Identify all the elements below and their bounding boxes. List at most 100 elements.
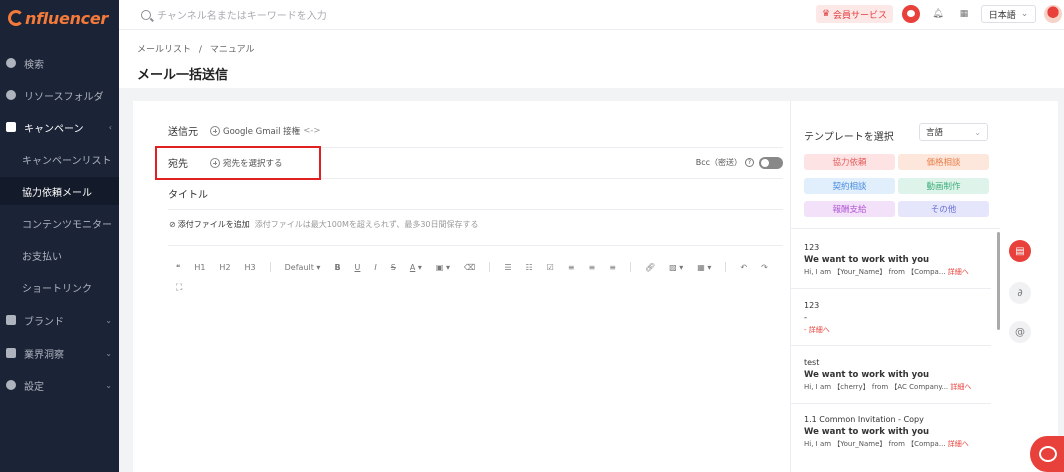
bold-button[interactable]: B [334,263,340,272]
italic-button[interactable]: I [374,263,376,272]
title-row[interactable]: タイトル [168,186,801,201]
text-color-button[interactable]: A ▾ [410,263,422,272]
sidebar-item-shortlink[interactable]: ショートリンク [0,273,119,301]
sidebar-item-brand[interactable]: ブランド ⌄ [0,306,119,334]
breadcrumb-manual: マニュアル [209,45,255,55]
toolbar-separator [489,262,491,272]
align-center-icon[interactable]: ≡ [589,263,596,272]
template-scrollbar[interactable] [997,232,1000,330]
tag-contract[interactable]: 契約相談 [804,178,895,194]
tag-price-negotiation[interactable]: 価格相談 [898,154,989,170]
template-item[interactable]: test We want to work with you Hi, I am 【… [804,357,984,393]
toolbar-separator [269,262,271,272]
chevron-down-icon: ⌄ [1020,9,1029,19]
title-input[interactable]: タイトル [168,186,208,201]
plus-circle-icon [210,125,220,136]
at-sign-icon[interactable]: @ [1009,321,1031,343]
tag-video-production[interactable]: 動画制作 [898,178,989,194]
numbered-list-icon[interactable]: ☷ [526,263,533,272]
chart-icon [6,348,16,358]
crown-icon: ♛ [821,9,831,19]
help-chat-icon[interactable] [1030,436,1064,472]
bcc-control: Bcc（密送） ? [696,156,783,169]
breadcrumb: メールリスト / マニュアル [137,45,255,55]
divider [791,288,991,289]
image-icon[interactable]: ▨ ▾ [669,263,683,272]
sender-label: 送信元 [168,127,198,138]
sidebar-item-resource-folder[interactable]: リソースフォルダ [0,81,119,109]
sidebar-item-payment[interactable]: お支払い [0,241,119,269]
chevron-left-icon: ‹ [108,122,112,132]
h3-button[interactable]: H3 [245,263,256,272]
sidebar-item-industry-insight[interactable]: 業界洞察 ⌄ [0,339,119,367]
template-detail-link[interactable]: 詳細へ [948,268,969,276]
highlight-color-icon[interactable]: ▣ ▾ [436,263,450,272]
template-panel-title: テンプレートを選択 [804,132,894,143]
checklist-icon[interactable]: ☑ [547,263,554,272]
bcc-toggle[interactable] [759,156,783,169]
template-item[interactable]: 123 We want to work with you Hi, I am 【Y… [804,242,984,278]
save-draft-icon[interactable]: ▤ [1009,240,1031,262]
template-detail-link[interactable]: 詳細へ [948,440,969,448]
attach-file-button[interactable]: 添付ファイルを追加 [178,219,250,230]
underline-button[interactable]: U [355,263,361,272]
document-icon [6,122,16,132]
redo-icon[interactable]: ↷ [761,263,768,272]
tag-other[interactable]: その他 [898,201,989,217]
strikethrough-button[interactable]: S [391,263,396,272]
compass-icon [6,58,16,68]
tag-reward-payment[interactable]: 報酬支給 [804,201,895,217]
link-icon[interactable]: 🔗︎ [645,263,655,272]
sidebar-item-collab-mail[interactable]: 協力依頼メール [0,177,119,205]
gear-icon [6,380,16,390]
template-item[interactable]: 123 - - 詳細へ [804,300,984,336]
h1-button[interactable]: H1 [194,263,205,272]
divider [168,245,783,246]
heart-icon [6,90,16,100]
sidebar-item-content-monitor[interactable]: コンテンツモニター [0,209,119,237]
brand-icon [6,315,16,325]
avatar[interactable] [1044,5,1062,23]
sidebar-item-settings[interactable]: 設定 ⌄ [0,371,119,399]
divider [791,403,991,404]
search-input[interactable]: チャンネル名またはキーワードを入力 [141,7,327,22]
undo-icon[interactable]: ↶ [740,263,747,272]
template-detail-link[interactable]: 詳細へ [809,326,830,334]
fullscreen-icon[interactable]: ⛶ [176,283,182,293]
sidebar-item-search[interactable]: 検索 [0,49,119,77]
language-select[interactable]: 日本語 ⌄ [981,5,1036,23]
recipient-highlight [155,146,321,180]
tag-collab-request[interactable]: 協力依頼 [804,154,895,170]
chevron-down-icon: ⌄ [105,380,112,390]
font-select[interactable]: Default ▾ [285,263,321,272]
bullet-list-icon[interactable]: ☰ [504,263,511,272]
chevron-down-icon: ⌄ [105,315,112,325]
app-logo[interactable]: nfluencer [0,0,119,36]
sidebar-item-campaign-list[interactable]: キャンペーンリスト [0,145,119,173]
template-item[interactable]: 1.1 Common Invitation - Copy We want to … [804,414,984,450]
table-icon[interactable]: ▦ ▾ [697,263,711,272]
logo-icon [8,10,24,26]
eraser-icon[interactable]: ⌫ [464,263,475,272]
sender-row: 送信元 Google Gmail 接権 <-> [168,123,801,138]
bell-icon[interactable]: 🔔︎ [929,5,947,23]
sender-select-button[interactable]: Google Gmail 接権 <-> [210,125,321,137]
vip-service-button[interactable]: ♛ 会員サービス [816,5,893,23]
top-bar: チャンネル名またはキーワードを入力 ♛ 会員サービス 🔔︎ ▦ 日本語 ⌄ [119,0,1064,30]
chevron-down-icon: ⌄ [105,348,112,358]
align-left-icon[interactable]: ≡ [568,263,575,272]
chat-icon[interactable] [902,5,920,23]
align-right-icon[interactable]: ≡ [609,263,616,272]
question-icon[interactable]: ? [745,158,754,167]
breadcrumb-mail-list[interactable]: メールリスト [137,45,191,55]
h2-button[interactable]: H2 [219,263,230,272]
grid-icon[interactable]: ▦ [955,5,973,23]
quote-button[interactable]: ❝ [176,263,180,272]
language-filter-select[interactable]: 言語 ⌄ [919,123,988,141]
sidebar-item-campaign[interactable]: キャンペーン ‹ [0,113,119,141]
toolbar-separator [629,262,631,272]
template-detail-link[interactable]: 詳細へ [950,383,971,391]
link-icon[interactable]: ∂ [1009,282,1031,304]
toolbar-separator [725,262,727,272]
logo-text: nfluencer [25,8,108,28]
